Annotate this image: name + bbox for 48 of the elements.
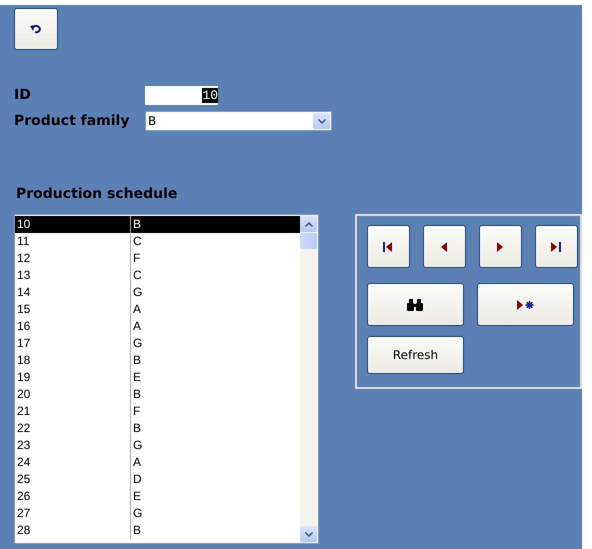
last-record-icon bbox=[551, 242, 562, 252]
list-row[interactable]: 10 B bbox=[15, 216, 300, 233]
family-cell-text: G bbox=[132, 505, 144, 522]
family-cell-text: B bbox=[132, 420, 142, 437]
family-cell-text: G bbox=[132, 437, 144, 454]
product-family-dropdown[interactable]: B bbox=[145, 111, 332, 131]
family-cell-text: C bbox=[132, 267, 143, 284]
family-cell-text: C bbox=[132, 233, 143, 250]
undo-icon bbox=[30, 24, 42, 34]
family-cell-text: A bbox=[132, 318, 142, 335]
family-cell-text: A bbox=[132, 301, 142, 318]
family-cell-text: F bbox=[132, 250, 142, 267]
id-field[interactable]: 10 bbox=[145, 86, 218, 104]
chevron-down-icon bbox=[318, 118, 326, 124]
previous-icon bbox=[441, 242, 448, 252]
production-schedule-title: Production schedule bbox=[16, 186, 178, 202]
new-record-button[interactable] bbox=[476, 283, 574, 326]
family-cell-text: B bbox=[132, 216, 142, 233]
scroll-up-icon bbox=[304, 222, 313, 226]
id-label: ID bbox=[14, 87, 32, 103]
product-family-label: Product family bbox=[14, 113, 130, 129]
family-cell-text: B bbox=[132, 522, 142, 539]
new-record-icon bbox=[516, 300, 534, 310]
family-cell-text: E bbox=[132, 369, 142, 386]
family-cell-text: B bbox=[132, 352, 142, 369]
family-cell-text: G bbox=[132, 284, 144, 301]
last-record-button[interactable] bbox=[534, 225, 578, 268]
family-cell-text: D bbox=[132, 471, 143, 488]
id-cell: 28 bbox=[15, 522, 131, 539]
scroll-down-icon bbox=[304, 532, 313, 536]
family-cell-text: G bbox=[132, 335, 144, 352]
family-cell-text: A bbox=[132, 454, 142, 471]
family-cell-text: E bbox=[132, 488, 142, 505]
id-value: 10 bbox=[202, 88, 218, 102]
refresh-button[interactable]: Refresh bbox=[366, 336, 464, 374]
first-record-button[interactable] bbox=[366, 225, 410, 268]
find-button[interactable] bbox=[366, 283, 464, 326]
schedule-list[interactable]: 10 B 11 C 12 F 13 C 14 G 15 A 16 A 17 G 18 B 19 E 20 B 21 F 22 B 23 G 24 A 25 D 26 E 27 G 28 B bbox=[14, 214, 319, 544]
first-record-icon bbox=[383, 242, 394, 252]
scrollbar[interactable] bbox=[300, 215, 318, 543]
family-cell-text: B bbox=[132, 386, 142, 403]
scroll-thumb[interactable] bbox=[300, 233, 318, 249]
undo-button[interactable] bbox=[14, 8, 58, 50]
family-cell-text: F bbox=[132, 403, 142, 420]
previous-button[interactable] bbox=[422, 225, 466, 268]
binoculars-icon bbox=[406, 298, 424, 310]
next-icon bbox=[497, 242, 504, 252]
next-button[interactable] bbox=[478, 225, 522, 268]
